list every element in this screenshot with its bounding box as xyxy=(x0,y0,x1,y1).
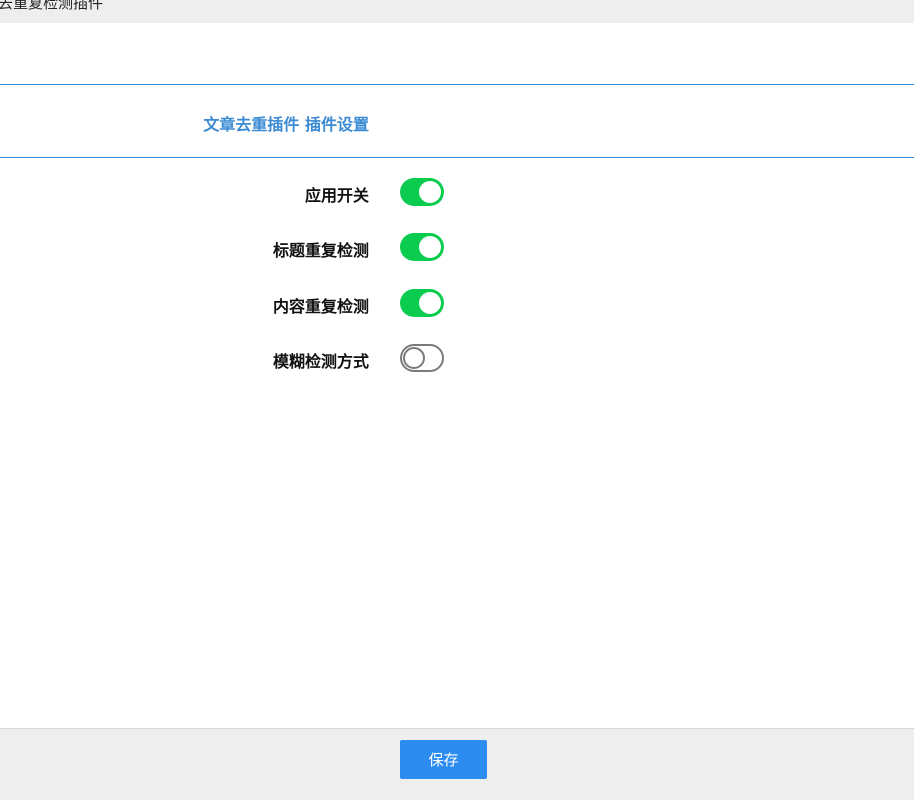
window-title: 去重复检测插件 xyxy=(0,0,104,12)
fuzzy-mode-toggle[interactable] xyxy=(400,344,444,372)
setting-row-app-switch: 应用开关 xyxy=(0,178,914,208)
toggle-knob xyxy=(419,236,441,258)
content-check-toggle[interactable] xyxy=(400,289,444,317)
title-check-toggle[interactable] xyxy=(400,233,444,261)
save-button[interactable]: 保存 xyxy=(400,740,487,779)
setting-label: 内容重复检测 xyxy=(272,297,369,316)
setting-row-fuzzy-mode: 模糊检测方式 xyxy=(0,344,914,374)
settings-header: 文章去重插件 插件设置 xyxy=(0,84,914,158)
footer-bar: 保存 xyxy=(0,728,914,800)
app-switch-toggle[interactable] xyxy=(400,178,444,206)
setting-label: 标题重复检测 xyxy=(272,241,369,260)
toggle-knob xyxy=(419,181,441,203)
setting-label: 模糊检测方式 xyxy=(272,352,369,371)
setting-row-content-check: 内容重复检测 xyxy=(0,289,914,319)
setting-label: 应用开关 xyxy=(304,186,369,205)
page-title: 文章去重插件 插件设置 xyxy=(203,115,369,134)
toggle-knob xyxy=(419,292,441,314)
window-titlebar: 去重复检测插件 xyxy=(0,0,914,23)
setting-row-title-check: 标题重复检测 xyxy=(0,233,914,263)
toggle-knob xyxy=(403,347,425,369)
